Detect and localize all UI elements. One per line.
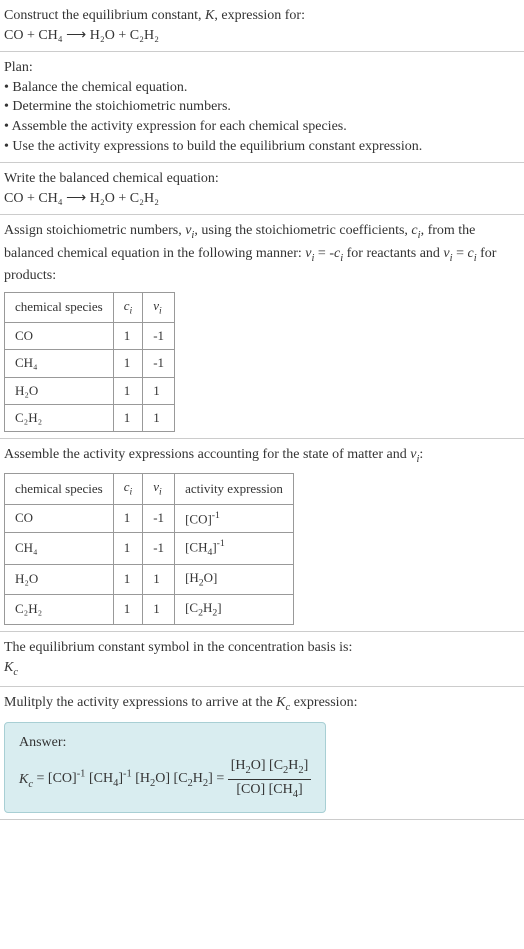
activity-instruction: Assemble the activity expressions accoun… — [4, 445, 520, 467]
cell-ci: 1 — [113, 504, 143, 533]
cell-ci: 1 — [113, 564, 143, 594]
answer-label: Answer: — [19, 733, 311, 753]
cell-species: CO — [5, 504, 114, 533]
plan-section: Plan: • Balance the chemical equation. •… — [0, 52, 524, 163]
cell-vi: 1 — [143, 564, 175, 594]
balanced-section: Write the balanced chemical equation: CO… — [0, 163, 524, 215]
stoich-section: Assign stoichiometric numbers, νi, using… — [0, 215, 524, 439]
activity-section: Assemble the activity expressions accoun… — [0, 439, 524, 632]
activity-table: chemical species ci νi activity expressi… — [4, 473, 294, 625]
final-instruction: Mulitply the activity expressions to arr… — [4, 693, 520, 715]
cell-ci: 1 — [113, 533, 143, 565]
table-row: C₂H₂ 1 1 [C2H2] — [5, 594, 294, 624]
cell-expr: [C2H2] — [175, 594, 294, 624]
plan-step: • Determine the stoichiometric numbers. — [4, 97, 520, 117]
cell-species: C₂H₂ — [5, 594, 114, 624]
plan-step: • Use the activity expressions to build … — [4, 137, 520, 157]
symbol-text: The equilibrium constant symbol in the c… — [4, 638, 520, 658]
fraction-numerator: [H2O] [C2H2] — [228, 756, 312, 779]
symbol-section: The equilibrium constant symbol in the c… — [0, 632, 524, 687]
cell-species: CO — [5, 323, 114, 350]
col-vi: νi — [143, 474, 175, 504]
answer-fraction: [H2O] [C2H2] [CO] [CH4] — [228, 756, 312, 802]
col-vi: νi — [143, 292, 175, 322]
cell-ci: 1 — [113, 594, 143, 624]
cell-species: CH₄ — [5, 350, 114, 377]
cell-species: H₂O — [5, 564, 114, 594]
table-row: C₂H₂ 1 1 — [5, 404, 175, 431]
cell-species: C₂H₂ — [5, 404, 114, 431]
col-ci: ci — [113, 292, 143, 322]
cell-ci: 1 — [113, 323, 143, 350]
col-activity: activity expression — [175, 474, 294, 504]
stoich-instruction: Assign stoichiometric numbers, νi, using… — [4, 221, 520, 286]
table-row: CH₄ 1 -1 — [5, 350, 175, 377]
final-section: Mulitply the activity expressions to arr… — [0, 687, 524, 820]
cell-vi: -1 — [143, 350, 175, 377]
answer-equation: Kc = [CO]-1 [CH4]-1 [H2O] [C2H2] = [H2O]… — [19, 756, 311, 802]
col-species: chemical species — [5, 292, 114, 322]
cell-species: H₂O — [5, 377, 114, 404]
cell-ci: 1 — [113, 350, 143, 377]
cell-species: CH₄ — [5, 533, 114, 565]
cell-vi: 1 — [143, 594, 175, 624]
unbalanced-equation: CO + CH₄ ⟶ H₂O + C₂H₂ — [4, 26, 520, 46]
symbol-kc: Kc — [4, 658, 520, 680]
cell-vi: -1 — [143, 504, 175, 533]
stoich-table: chemical species ci νi CO 1 -1 CH₄ 1 -1 … — [4, 292, 175, 432]
balanced-instruction: Write the balanced chemical equation: — [4, 169, 520, 189]
problem-section: Construct the equilibrium constant, K, e… — [0, 0, 524, 52]
cell-vi: -1 — [143, 533, 175, 565]
cell-ci: 1 — [113, 377, 143, 404]
cell-expr: [H2O] — [175, 564, 294, 594]
cell-vi: 1 — [143, 377, 175, 404]
problem-instruction: Construct the equilibrium constant, K, e… — [4, 6, 520, 26]
col-species: chemical species — [5, 474, 114, 504]
table-header-row: chemical species ci νi — [5, 292, 175, 322]
plan-step: • Assemble the activity expression for e… — [4, 117, 520, 137]
plan-title: Plan: — [4, 58, 520, 78]
cell-vi: 1 — [143, 404, 175, 431]
table-row: CO 1 -1 — [5, 323, 175, 350]
cell-expr: [CO]-1 — [175, 504, 294, 533]
cell-vi: -1 — [143, 323, 175, 350]
table-row: CO 1 -1 [CO]-1 — [5, 504, 294, 533]
cell-expr: [CH4]-1 — [175, 533, 294, 565]
cell-ci: 1 — [113, 404, 143, 431]
col-ci: ci — [113, 474, 143, 504]
table-row: CH₄ 1 -1 [CH4]-1 — [5, 533, 294, 565]
answer-box: Answer: Kc = [CO]-1 [CH4]-1 [H2O] [C2H2]… — [4, 722, 326, 814]
table-row: H₂O 1 1 — [5, 377, 175, 404]
balanced-equation: CO + CH₄ ⟶ H₂O + C₂H₂ — [4, 189, 520, 209]
plan-step: • Balance the chemical equation. — [4, 78, 520, 98]
fraction-denominator: [CO] [CH4] — [228, 780, 312, 802]
table-header-row: chemical species ci νi activity expressi… — [5, 474, 294, 504]
table-row: H₂O 1 1 [H2O] — [5, 564, 294, 594]
